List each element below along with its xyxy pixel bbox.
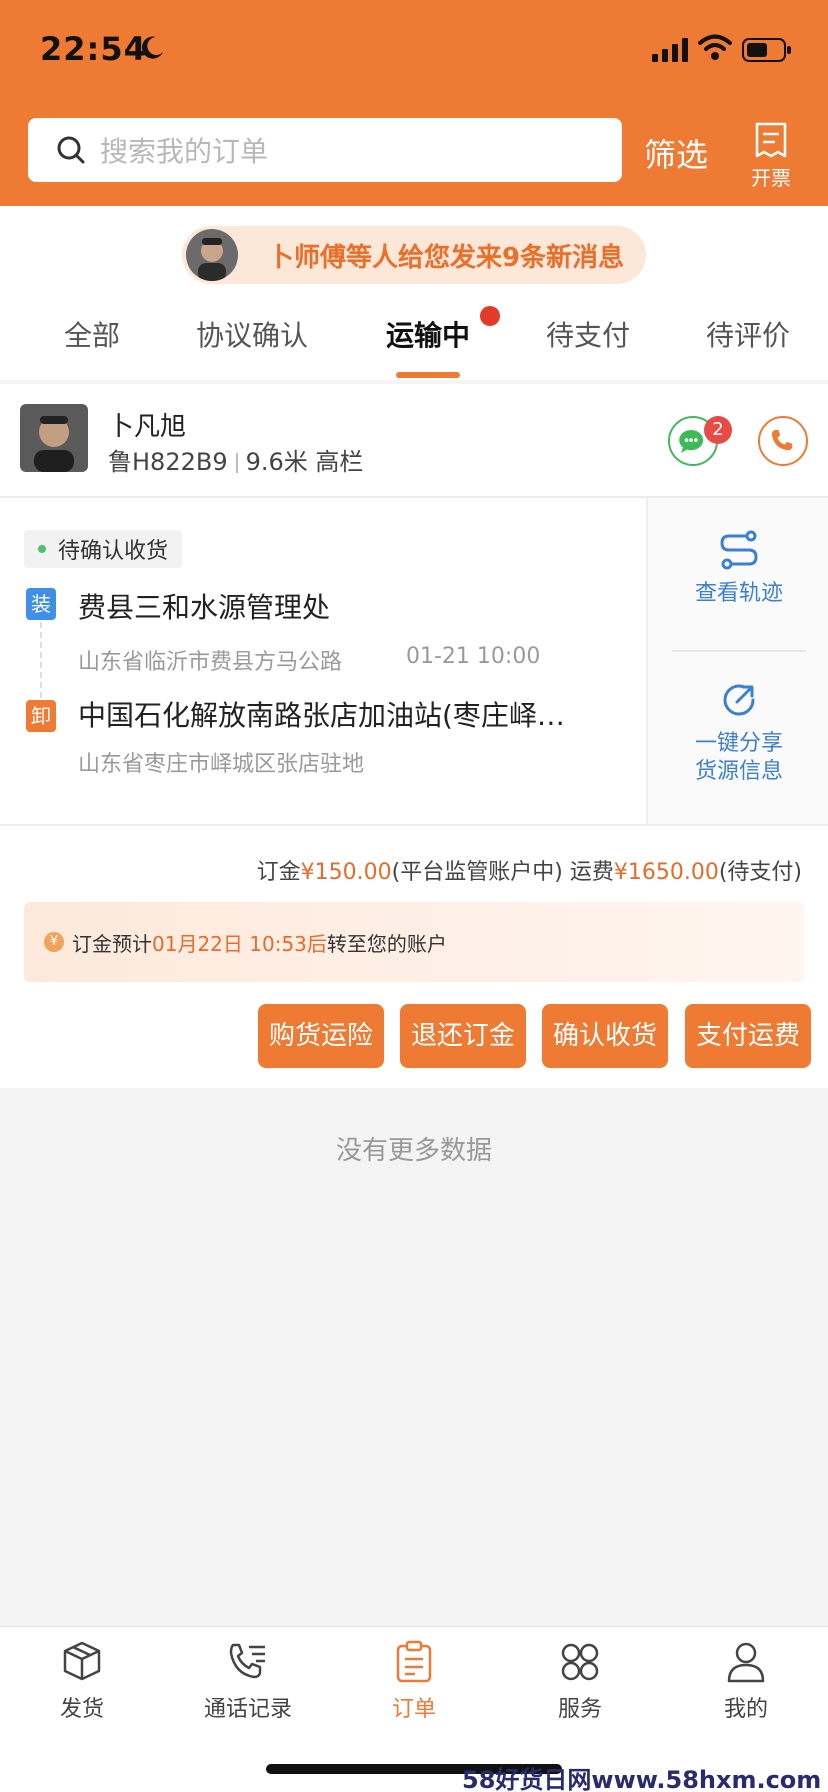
status-dot [38, 545, 46, 553]
side-actions: 查看轨迹 一键分享 货源信息 [646, 498, 828, 824]
tabbar-label: 服务 [557, 1697, 602, 1722]
battery-icon [742, 38, 791, 62]
driver-name: 卜凡旭 [108, 412, 187, 442]
tabbar-services[interactable]: 服务 [520, 1639, 640, 1723]
search-icon [57, 136, 85, 164]
order-panel: 卜师傅等人给您发来9条新消息 全部 协议确认 运输中 待支付 待评价 [0, 206, 828, 380]
tabbar-orders[interactable]: 订单 [354, 1639, 474, 1723]
tabbar-ship[interactable]: 发货 [22, 1639, 142, 1723]
deposit-note: (平台监管账户中) [391, 860, 563, 885]
tab-pending-review[interactable]: 待评价 [706, 314, 790, 354]
tabbar-label: 订单 [391, 1697, 436, 1722]
share-label-line2: 货源信息 [694, 759, 783, 784]
status-text: 待确认收货 [58, 539, 169, 564]
coin-icon: ¥ [44, 932, 64, 952]
unload-location-name: 中国石化解放南路张店加油站(枣庄峄… [78, 699, 565, 732]
tab-all[interactable]: 全部 [64, 314, 120, 354]
confirm-receipt-button[interactable]: 确认收货 [542, 1004, 668, 1068]
tabbar-profile[interactable]: 我的 [686, 1639, 806, 1723]
tabbar-label: 通话记录 [203, 1697, 292, 1722]
filter-button[interactable]: 筛选 [644, 130, 708, 176]
message-notice[interactable]: 卜师傅等人给您发来9条新消息 [182, 226, 646, 284]
view-track-label: 查看轨迹 [694, 581, 783, 606]
wifi-icon [698, 34, 732, 60]
share-icon [723, 684, 755, 716]
invoice-icon [755, 122, 787, 158]
order-card: 卜凡旭 鲁H822B9 9.6米 高栏 2 待确认收货 装 费县三和水源管理处 … [0, 384, 828, 1088]
tab-pending-payment[interactable]: 待支付 [546, 314, 630, 354]
freight-amount: ¥1650.00 [613, 860, 719, 885]
load-address: 山东省临沂市费县方马公路 [78, 650, 343, 675]
header: 22:54 搜索我的订单 筛选 开票 [0, 0, 828, 206]
license-plate: 鲁H822B9 [108, 448, 228, 476]
active-tab-indicator [396, 372, 460, 378]
fees-section: 订金¥150.00(平台监管账户中) 运费¥1650.00(待支付) ¥ 订金预… [0, 824, 828, 1088]
moon-icon [141, 36, 163, 59]
route-info[interactable]: 待确认收货 装 费县三和水源管理处 山东省临沂市费县方马公路 01-21 10:… [0, 498, 646, 824]
notice-suffix: 转至您的账户 [326, 931, 447, 956]
unload-address: 山东省枣庄市峄城区张店驻地 [78, 752, 365, 777]
watermark: 58好货日网www.58hxm.com [462, 1766, 822, 1792]
grid-flower-icon [561, 1643, 599, 1681]
unread-count-badge: 2 [704, 416, 732, 444]
freight-label: 运费 [569, 860, 614, 885]
tab-agreement[interactable]: 协议确认 [196, 314, 308, 354]
load-badge: 装 [26, 588, 56, 620]
freight-note: (待支付) [718, 860, 802, 885]
divider [235, 453, 238, 473]
vehicle-info: 鲁H822B9 9.6米 高栏 [108, 442, 363, 477]
tab-in-transit[interactable]: 运输中 [386, 314, 470, 354]
list-end-text: 没有更多数据 [335, 1136, 492, 1166]
truck-spec: 9.6米 高栏 [245, 448, 364, 476]
notice-time: 01月22日 10:53后 [152, 931, 327, 956]
avatar [186, 229, 238, 281]
call-button[interactable] [758, 416, 808, 466]
tabbar-label: 发货 [59, 1697, 104, 1722]
route-connector [40, 622, 42, 698]
route-track-icon [720, 530, 758, 570]
notice-prefix: 订金预计 [72, 931, 152, 956]
divider [672, 650, 806, 652]
order-actions: 购货运险 退还订金 确认收货 支付运费 [0, 1004, 828, 1070]
driver-row[interactable]: 卜凡旭 鲁H822B9 9.6米 高栏 2 [0, 384, 828, 498]
order-tabs: 全部 协议确认 运输中 待支付 待评价 [0, 306, 828, 380]
deposit-transfer-notice: ¥ 订金预计 01月22日 10:53后 转至您的账户 [24, 902, 804, 982]
search-input[interactable]: 搜索我的订单 [28, 118, 622, 182]
load-time: 01-21 10:00 [406, 644, 541, 669]
phone-list-icon [229, 1643, 265, 1679]
notice-text: 卜师傅等人给您发来9条新消息 [268, 242, 625, 273]
buy-insurance-button[interactable]: 购货运险 [258, 1004, 384, 1068]
tabbar-call-log[interactable]: 通话记录 [188, 1639, 308, 1723]
pay-freight-button[interactable]: 支付运费 [685, 1004, 811, 1068]
clipboard-icon [396, 1640, 432, 1683]
deposit-amount: ¥150.00 [300, 860, 392, 885]
deposit-label: 订金 [256, 860, 301, 885]
share-label-line1: 一键分享 [694, 731, 783, 756]
invoice-label: 开票 [751, 166, 791, 190]
user-icon [727, 1642, 765, 1683]
search-placeholder: 搜索我的订单 [100, 135, 269, 168]
unload-badge: 卸 [26, 700, 56, 732]
load-location-name: 费县三和水源管理处 [78, 591, 331, 624]
tabbar-label: 我的 [723, 1697, 768, 1722]
invoice-button[interactable]: 开票 [744, 122, 798, 192]
box-icon [63, 1641, 101, 1681]
view-track-button[interactable]: 查看轨迹 [648, 528, 828, 608]
signal-icon [652, 38, 688, 62]
phone-icon [771, 429, 793, 451]
status-time: 22:54 [40, 30, 147, 68]
share-button[interactable]: 一键分享 货源信息 [648, 678, 828, 786]
fee-summary: 订金¥150.00(平台监管账户中) 运费¥1650.00(待支付) [257, 854, 802, 886]
status-badge: 待确认收货 [24, 530, 183, 568]
refund-deposit-button[interactable]: 退还订金 [400, 1004, 526, 1068]
new-dot-badge [480, 306, 500, 326]
driver-avatar [20, 404, 88, 472]
